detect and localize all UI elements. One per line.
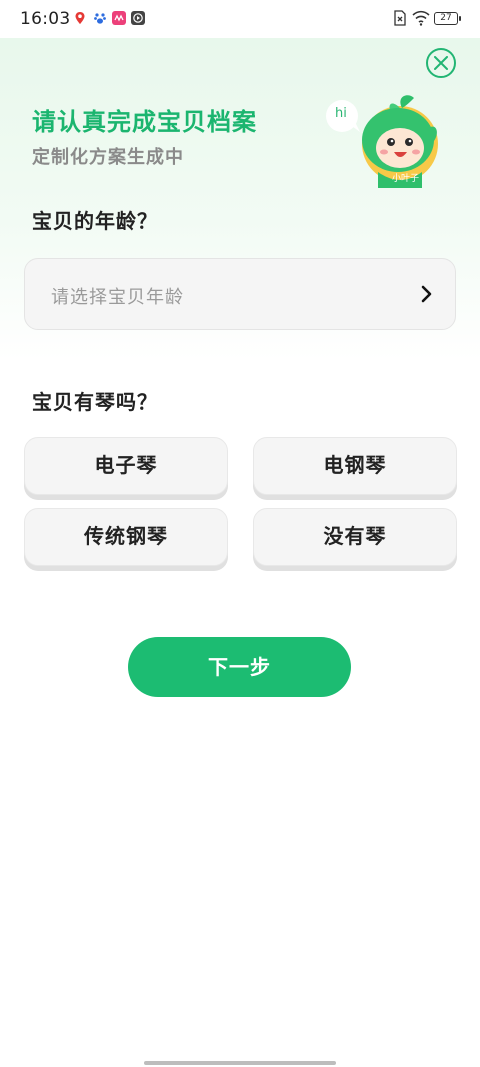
piano-section-label: 宝贝有琴吗？ — [32, 390, 158, 414]
age-section-label: 宝贝的年龄？ — [32, 209, 158, 233]
status-time: 16:03 — [20, 9, 71, 29]
option-electronic-keyboard[interactable]: 电子琴 — [24, 437, 228, 495]
option-acoustic-piano[interactable]: 传统钢琴 — [24, 508, 228, 566]
option-no-piano[interactable]: 没有琴 — [253, 508, 457, 566]
mascot-bubble-text: hi — [335, 106, 347, 121]
location-pin-icon — [75, 12, 85, 24]
mascot-caption: 小叶子 — [392, 174, 420, 184]
mascot: hi 小叶子 — [322, 88, 452, 188]
page-subtitle: 定制化方案生成中 — [32, 147, 184, 168]
home-indicator[interactable] — [144, 1061, 336, 1065]
play-icon — [131, 11, 145, 25]
app-icon — [112, 11, 126, 25]
status-bar: 16:03 27 — [0, 0, 480, 38]
battery-level: 27 — [440, 13, 452, 23]
chevron-right-icon — [421, 285, 432, 303]
next-button[interactable]: 下一步 — [128, 637, 351, 697]
close-button[interactable] — [426, 48, 456, 78]
page: 16:03 27 请认真完成宝贝档案 定制化方案生成中 hi 小叶子 宝贝的年龄… — [0, 0, 480, 1067]
paw-icon — [94, 13, 106, 24]
age-select-placeholder: 请选择宝贝年龄 — [51, 287, 184, 308]
mascot-illustration — [326, 95, 438, 188]
battery-tip — [459, 16, 461, 21]
age-select[interactable]: 请选择宝贝年龄 — [24, 258, 456, 330]
wifi-icon — [412, 10, 430, 26]
option-digital-piano[interactable]: 电钢琴 — [253, 437, 457, 495]
page-title: 请认真完成宝贝档案 — [32, 108, 257, 136]
sim-off-icon — [394, 10, 406, 26]
battery-icon: 27 — [434, 12, 458, 25]
close-icon — [434, 56, 448, 70]
